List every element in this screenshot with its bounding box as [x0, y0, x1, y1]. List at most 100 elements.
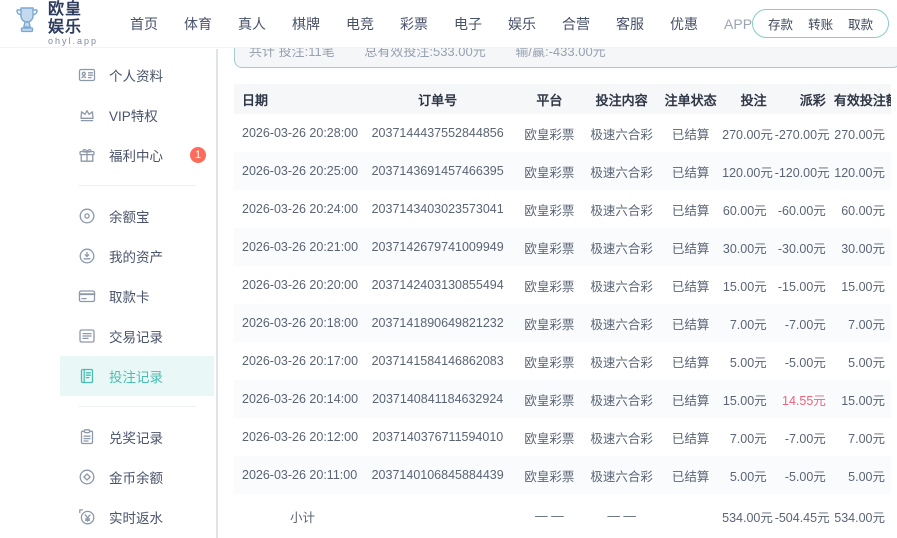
sidebar-item-profile[interactable]: 个人资料 — [60, 55, 214, 95]
subtotal-platform-dash: — — — [535, 509, 564, 523]
sidebar-group-divider — [78, 185, 196, 186]
cell-payout: -15.00元 — [777, 279, 826, 294]
sidebar-item-prize-records[interactable]: 兑奖记录 — [60, 417, 214, 457]
cell-platform: 欧皇彩票 — [524, 355, 575, 370]
cell-order-no: 2037143691457466395 — [371, 164, 504, 178]
table-row: 2026-03-26 20:21:00 2037142679741009949 … — [234, 228, 891, 266]
table-row: 2026-03-26 20:12:00 2037140376711594010 … — [234, 418, 891, 456]
cell-bet-content: 极速六合彩 — [590, 279, 653, 294]
nav-item-support[interactable]: 客服 — [616, 14, 644, 34]
summary-box: 共计 投注:11笔 总有效投注:533.00元 输/赢:-433.00元 — [234, 48, 897, 68]
cell-bet: 120.00元 — [722, 165, 773, 180]
nav-item-promotions[interactable]: 优惠 — [670, 14, 698, 34]
nav-item-partnership[interactable]: 合营 — [562, 14, 590, 34]
table-row: 2026-03-26 20:28:00 2037144437552844856 … — [234, 114, 891, 152]
col-payout: 派彩 — [772, 84, 832, 114]
top-bar: 欧皇娱乐 ohyl.app 首页 体育 真人 棋牌 电竞 彩票 电子 娱乐 合营… — [0, 0, 897, 48]
sidebar-item-vip[interactable]: VIP特权 — [60, 95, 214, 135]
cell-status: 已结算 — [671, 317, 710, 332]
cell-bet-content: 极速六合彩 — [590, 317, 653, 332]
sidebar-item-withdraw-card[interactable]: 取款卡 — [60, 276, 214, 316]
cell-bet-content: 极速六合彩 — [590, 127, 653, 142]
subtotal-payout: -504.45元 — [774, 510, 830, 525]
cell-valid-bet: 15.00元 — [841, 393, 885, 408]
cell-bet-content: 极速六合彩 — [590, 203, 653, 218]
nav-item-app[interactable]: APP — [724, 16, 752, 32]
sidebar-item-label: 福利中心 — [109, 149, 163, 164]
cell-payout: -270.00元 — [774, 127, 830, 142]
col-platform: 平台 — [516, 84, 583, 114]
withdraw-button[interactable]: 取款 — [848, 14, 873, 33]
sidebar-item-coin-balance[interactable]: 金币余额 — [60, 457, 214, 497]
col-bet: 投注 — [720, 84, 773, 114]
table-row: 2026-03-26 20:11:00 2037140106845884439 … — [234, 456, 891, 494]
cell-valid-bet: 15.00元 — [841, 279, 885, 294]
cell-platform: 欧皇彩票 — [524, 279, 575, 294]
cell-payout: -60.00元 — [777, 203, 826, 218]
cell-order-no: 2037140376711594010 — [372, 430, 504, 444]
nav-item-lottery[interactable]: 彩票 — [400, 14, 428, 34]
cell-status: 已结算 — [671, 165, 710, 180]
cell-bet: 270.00元 — [722, 127, 773, 142]
sidebar: 个人资料 VIP特权 福利中心 1 余额宝 我的资产 取款卡 交易记录 投注记录… — [60, 49, 214, 537]
nav-item-home[interactable]: 首页 — [130, 14, 158, 34]
sidebar-item-yuebao[interactable]: 余额宝 — [60, 196, 214, 236]
cell-valid-bet: 7.00元 — [848, 431, 885, 446]
col-date: 日期 — [234, 84, 359, 114]
cell-platform: 欧皇彩票 — [524, 241, 575, 256]
cell-order-no: 2037140106845884439 — [371, 468, 504, 482]
assets-icon — [78, 247, 96, 265]
subtotal-row: 小计 — — — — 534.00元 -504.45元 534.00元 — [234, 494, 891, 538]
table-row: 2026-03-26 20:18:00 2037141890649821232 … — [234, 304, 891, 342]
cell-date: 2026-03-26 20:11:00 — [242, 468, 358, 482]
cell-status: 已结算 — [671, 431, 710, 446]
cell-bet: 5.00元 — [729, 355, 767, 370]
subtotal-content-dash: — — — [607, 509, 636, 523]
crown-icon — [78, 106, 96, 124]
nav-item-slots[interactable]: 电子 — [454, 14, 482, 34]
coin-diamond-icon — [78, 468, 96, 486]
id-card-icon — [78, 66, 96, 84]
main-nav: 首页 体育 真人 棋牌 电竞 彩票 电子 娱乐 合营 客服 优惠 APP — [130, 14, 752, 34]
sidebar-item-label: 投注记录 — [109, 370, 163, 385]
sidebar-group-divider — [78, 406, 196, 407]
cell-bet: 60.00元 — [722, 203, 767, 218]
table-row: 2026-03-26 20:17:00 2037141584146862083 … — [234, 342, 891, 380]
wallet-actions: 存款 转账 取款 — [752, 9, 890, 38]
sidebar-item-label: 我的资产 — [109, 250, 163, 265]
cell-order-no: 2037143403023573041 — [371, 202, 504, 216]
nav-item-chess[interactable]: 棋牌 — [292, 14, 320, 34]
sidebar-item-transaction-records[interactable]: 交易记录 — [60, 316, 214, 356]
cell-date: 2026-03-26 20:21:00 — [242, 240, 359, 254]
trophy-logo-icon — [12, 4, 42, 43]
subtotal-label: 小计 — [290, 510, 316, 525]
cell-bet-content: 极速六合彩 — [590, 165, 653, 180]
sidebar-item-label: VIP特权 — [109, 109, 158, 124]
logo-title: 欧皇娱乐 — [48, 0, 83, 36]
col-order-no: 订单号 — [358, 84, 517, 114]
logo[interactable]: 欧皇娱乐 ohyl.app — [12, 1, 98, 46]
deposit-button[interactable]: 存款 — [768, 14, 793, 33]
nav-item-sports[interactable]: 体育 — [184, 14, 212, 34]
cell-payout: -120.00元 — [774, 165, 830, 180]
gift-icon — [78, 146, 96, 164]
table-row: 2026-03-26 20:20:00 2037142403130855494 … — [234, 266, 891, 304]
cell-date: 2026-03-26 20:20:00 — [242, 278, 359, 292]
cell-bet-content: 极速六合彩 — [590, 355, 653, 370]
nav-item-live-casino[interactable]: 真人 — [238, 14, 266, 34]
table-row: 2026-03-26 20:24:00 2037143403023573041 … — [234, 190, 891, 228]
cell-bet-content: 极速六合彩 — [590, 393, 653, 408]
transfer-button[interactable]: 转账 — [808, 14, 833, 33]
nav-item-entertainment[interactable]: 娱乐 — [508, 14, 536, 34]
sidebar-item-realtime-rebate[interactable]: 实时返水 — [60, 497, 214, 537]
summary-valid-bets: 总有效投注:533.00元 — [364, 48, 486, 59]
sidebar-item-my-assets[interactable]: 我的资产 — [60, 236, 214, 276]
nav-item-esports[interactable]: 电竞 — [346, 14, 374, 34]
subtotal-bet: 534.00元 — [722, 510, 773, 525]
transaction-list-icon — [78, 327, 96, 345]
sidebar-item-bet-records[interactable]: 投注记录 — [60, 356, 214, 396]
sidebar-item-welfare-center[interactable]: 福利中心 1 — [60, 135, 214, 175]
balance-treasure-icon — [78, 207, 96, 225]
cell-order-no: 2037142679741009949 — [371, 240, 504, 254]
summary-win-loss: 输/赢:-433.00元 — [515, 48, 606, 59]
